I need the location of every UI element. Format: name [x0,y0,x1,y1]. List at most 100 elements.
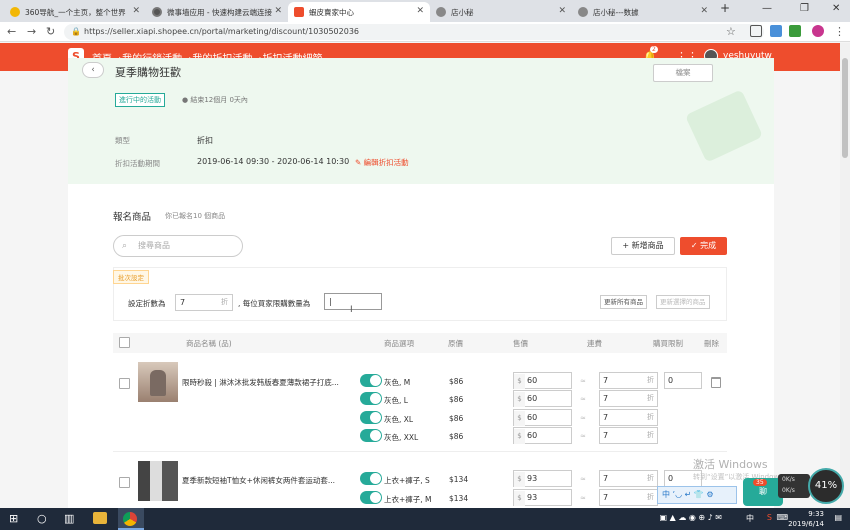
update-selected-button[interactable]: 更新選擇的商品 [656,295,710,309]
discount-unit: 折 [647,493,654,501]
purchase-limit-input[interactable]: 0 [664,372,702,389]
variant-toggle[interactable] [360,392,382,405]
browser-tab-weishi[interactable]: 微事墙应用 - 快速构建云端连接 ✕ [146,2,288,22]
batch-limit-input[interactable]: | [324,293,382,310]
profile-icon[interactable] [812,25,824,37]
edit-campaign-label: 編輯折扣活動 [363,158,409,167]
product-figure [150,370,166,396]
notification-center-icon[interactable]: ▤ [834,513,842,522]
url-field[interactable]: 🔒 https://seller.xiapi.shopee.cn/portal/… [64,24,764,40]
discount-value: 7 [603,493,609,502]
extension-icon[interactable] [789,25,801,37]
task-view-icon[interactable]: ▥ [64,512,74,525]
variant-option: 灰色, L [384,396,408,405]
sale-price-value: 93 [527,474,538,483]
back-arrow-icon[interactable]: ← [7,25,16,38]
ime-indicator[interactable]: 中 [746,513,754,524]
row-checkbox[interactable] [119,477,130,488]
speed-ball-widget[interactable]: 41% [808,468,844,504]
browser-tab-shopee[interactable]: 蝦皮賣家中心 ✕ [288,2,430,22]
discount-input[interactable]: 7折 [599,409,658,426]
done-button[interactable]: ✓ 完成 [680,237,727,255]
sale-price-input[interactable]: $93 [513,470,572,487]
ime-toolbar[interactable]: 中 ʼ◡ ↵ 👕 ⚙ [657,486,737,504]
shopee-tray-icon[interactable]: S [767,513,772,522]
close-icon[interactable]: ✕ [558,6,566,16]
discount-input[interactable]: 7折 [599,390,658,407]
sale-price-input[interactable]: $60 [513,372,572,389]
reload-icon[interactable]: ↻ [46,25,55,38]
product-name[interactable]: 夏季新款短袖T恤女+休闲裤女两件套运动套... [182,475,352,486]
variant-toggle[interactable] [360,374,382,387]
sale-price-input[interactable]: $60 [513,409,572,426]
extension-icon[interactable] [750,25,762,37]
scrollbar-thumb[interactable] [842,58,848,158]
menu-kebab-icon[interactable]: ⋮ [834,25,845,38]
approx-symbol: ≈ [580,377,586,385]
variant-toggle[interactable] [360,472,382,485]
discount-value: 7 [603,394,609,403]
tab-label: 360导航_一个主页，整个世界 [25,7,126,17]
select-all-checkbox[interactable] [119,337,130,348]
close-icon[interactable]: ✕ [274,6,282,16]
maximize-button[interactable]: ❐ [800,3,809,14]
new-tab-button[interactable]: + [720,1,730,15]
search-circle-icon[interactable]: ○ [37,512,47,525]
approx-symbol: ≈ [580,395,586,403]
currency-prefix: $ [514,472,525,487]
row-checkbox[interactable] [119,378,130,389]
variant-toggle[interactable] [360,411,382,424]
notification-count-badge: 2 [650,46,658,53]
browser-tab-dianxiaomi[interactable]: 店小秘 ✕ [430,2,572,22]
chat-unread-badge: 35 [753,479,767,486]
file-explorer-icon[interactable] [93,512,107,524]
original-price: $86 [449,395,464,404]
close-icon[interactable]: ✕ [700,6,708,16]
address-bar-row: ← → ↻ 🔒 https://seller.xiapi.shopee.cn/p… [0,22,850,42]
discount-input[interactable]: 7折 [599,372,658,389]
batch-discount-input[interactable]: 7 折 [175,294,233,311]
sale-price-input[interactable]: $93 [513,489,572,506]
sale-price-value: 60 [527,394,538,403]
discount-input[interactable]: 7折 [599,470,658,487]
browser-tab-dianxiaomi-data[interactable]: 店小秘---数據 ✕ [572,2,714,22]
campaign-file-button[interactable]: 檔案 [653,64,713,82]
currency-prefix: $ [514,374,525,389]
chrome-icon[interactable] [123,512,137,526]
variant-toggle[interactable] [360,491,382,504]
variant-option: 灰色, XXL [384,433,419,442]
extension-icon[interactable] [770,25,782,37]
tray-icons[interactable]: ▣ ▲ ☁ ◉ ⊕ ♪ ✉ [660,513,722,522]
forward-arrow-icon[interactable]: → [27,25,36,38]
window-close-button[interactable]: ✕ [832,3,840,14]
product-search-input[interactable]: ⌕ 搜尋商品 [113,235,243,257]
original-price: $134 [449,475,469,484]
back-button[interactable]: ‹ [82,62,104,78]
update-all-button[interactable]: 更新所有商品 [600,295,647,309]
variant-toggle[interactable] [360,429,382,442]
clock-date: 2019/6/14 [788,520,824,528]
approx-symbol: ≈ [580,475,586,483]
close-icon[interactable]: ✕ [132,6,140,16]
product-name[interactable]: 限時秒殺 | 淋沐沐批发韩版春夏薄款裙子打底... [182,377,352,388]
close-icon[interactable]: ✕ [416,6,424,16]
browser-tab-360[interactable]: 360导航_一个主页，整个世界 ✕ [4,2,146,22]
keyboard-icon[interactable]: ⌨ [776,513,788,522]
sale-price-input[interactable]: $60 [513,427,572,444]
add-product-button[interactable]: + 新增商品 [611,237,675,255]
trash-icon[interactable] [711,377,721,388]
discount-input[interactable]: 7折 [599,427,658,444]
windows-start-icon[interactable]: ⊞ [9,512,18,525]
sale-price-value: 93 [527,493,538,502]
period-value: 2019-06-14 09:30 - 2020-06-14 10:30 [197,157,350,166]
limit-label: , 每位買家限購數量為 [238,299,311,308]
discount-input[interactable]: 7折 [599,489,658,506]
discount-value: 7 [603,474,609,483]
tab-favicon-icon [436,7,446,17]
minimize-button[interactable]: — [762,3,772,14]
system-clock[interactable]: 9:33 2019/6/14 [788,509,824,529]
edit-campaign-link[interactable]: ✎ 編輯折扣活動 [355,157,409,168]
currency-prefix: $ [514,411,525,426]
bookmark-star-icon[interactable]: ☆ [726,25,736,38]
sale-price-input[interactable]: $60 [513,390,572,407]
